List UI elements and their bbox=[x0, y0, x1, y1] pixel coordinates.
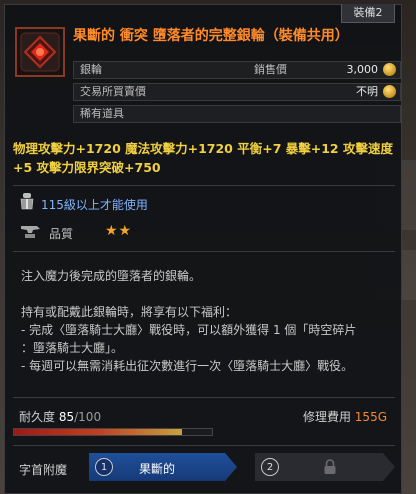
item-description: 注入魔力後完成的墮落者的銀輪。 持有或配戴此銀輪時，將享有以下福利： - 完成〈… bbox=[21, 267, 393, 375]
coin-icon bbox=[383, 85, 396, 98]
enchant-slot-2[interactable]: 2 bbox=[255, 453, 395, 481]
description-line: - 完成〈墮落騎士大廳〉戰役時，可以額外獲得 1 個「時空碎片 bbox=[21, 323, 357, 337]
durability-bar-fill bbox=[14, 429, 183, 435]
exchange-price-value: 不明 bbox=[356, 85, 378, 98]
coin-icon bbox=[383, 63, 396, 76]
durability-max: /100 bbox=[74, 410, 102, 424]
anvil-icon bbox=[19, 223, 41, 239]
item-tooltip: 裝備2 果斷的 衝突 墮落者的完整銀輪（裝備共用） 銀輪 銷售價 3,000 交… bbox=[4, 4, 402, 494]
description-line: ：墮落騎士大廳」。 bbox=[21, 341, 124, 355]
grade-stars: ★★ bbox=[105, 223, 133, 239]
durability-label: 耐久度 bbox=[19, 410, 56, 424]
slot-number: 1 bbox=[95, 458, 113, 476]
equip-slot-tab[interactable]: 裝備2 bbox=[341, 4, 395, 23]
stats-line: +5 攻擊力限界突破+750 bbox=[13, 160, 161, 175]
description-line: 持有或配戴此銀輪時，將享有以下福利： bbox=[21, 305, 238, 319]
divider bbox=[13, 251, 395, 252]
rarity-row: 稀有道具 bbox=[73, 105, 401, 123]
description-line: - 每週可以無需消耗出征次數進行一次〈墮落騎士大廳〉戰役。 bbox=[21, 359, 354, 373]
rarity-label: 稀有道具 bbox=[80, 107, 124, 120]
durability: 耐久度 85/100 bbox=[19, 408, 101, 425]
sale-price-value: 3,000 bbox=[346, 63, 379, 76]
grade-label: 品質 bbox=[49, 227, 74, 241]
description-line: 注入魔力後完成的墮落者的銀輪。 bbox=[21, 269, 202, 283]
repair-cost-label: 修理費用 bbox=[302, 410, 351, 424]
slot-number: 2 bbox=[261, 458, 279, 476]
exchange-price-label: 交易所買賣價 bbox=[80, 85, 146, 98]
durability-bar bbox=[13, 428, 213, 436]
item-type-label: 銀輪 bbox=[80, 63, 102, 76]
divider bbox=[13, 185, 395, 186]
sale-price-label: 銷售價 bbox=[254, 63, 287, 76]
repair-cost-value: 155G bbox=[354, 410, 387, 424]
lock-icon bbox=[323, 459, 337, 475]
divider bbox=[13, 397, 395, 398]
repair-cost: 修理費用 155G bbox=[303, 408, 387, 425]
item-stats: 物理攻擊力+1720 魔法攻擊力+1720 平衡+7 暴擊+12 攻擊速度 +5… bbox=[13, 139, 395, 177]
durability-current: 85 bbox=[58, 410, 75, 424]
enchant-slot-1[interactable]: 1 果斷的 bbox=[89, 453, 237, 481]
enchant-label: 字首附魔 bbox=[19, 463, 68, 477]
divider bbox=[13, 445, 395, 446]
sale-price-row: 銀輪 銷售價 3,000 bbox=[73, 61, 401, 79]
item-name: 果斷的 衝突 墮落者的完整銀輪（裝備共用） bbox=[73, 28, 349, 44]
enchant-name: 果斷的 bbox=[139, 462, 176, 476]
stats-line: 物理攻擊力+1720 魔法攻擊力+1720 平衡+7 暴擊+12 攻擊速度 bbox=[13, 141, 393, 156]
armor-icon bbox=[19, 193, 35, 211]
exchange-price-row: 交易所買賣價 不明 bbox=[73, 83, 401, 101]
ring-icon bbox=[15, 27, 65, 77]
level-requirement: 115級以上才能使用 bbox=[41, 198, 148, 212]
